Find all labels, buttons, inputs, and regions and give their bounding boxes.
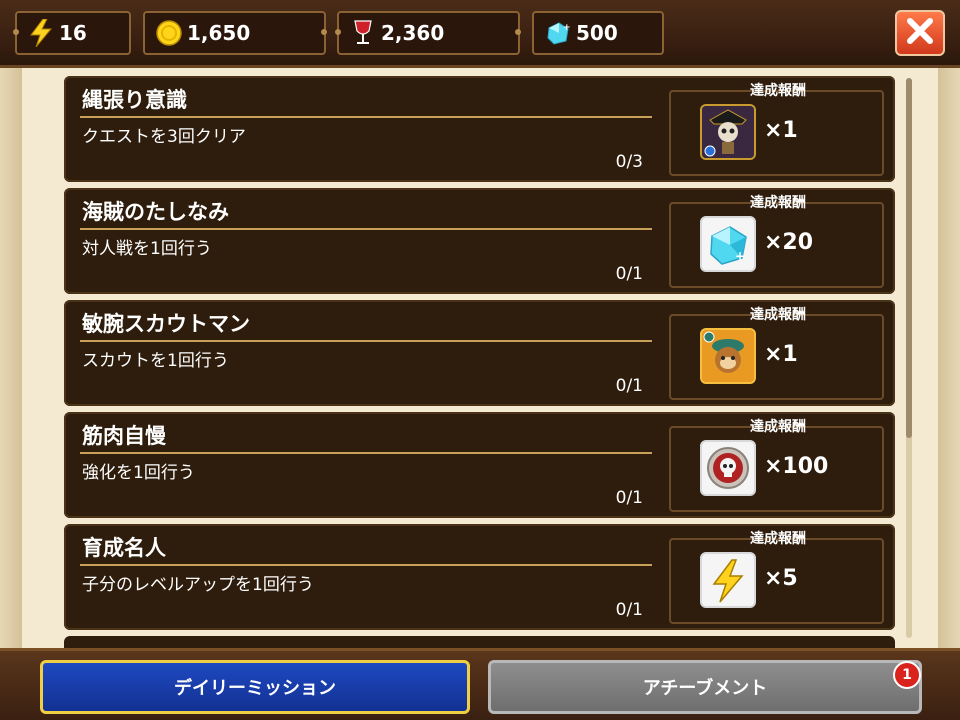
mission-title: 筋肉自慢 xyxy=(82,424,166,448)
reward-quantity: ×5 xyxy=(764,566,798,591)
divider xyxy=(80,452,652,454)
lightning-icon xyxy=(700,552,756,608)
reward-quantity: ×1 xyxy=(764,118,798,143)
reward-label: 達成報酬 xyxy=(750,195,806,211)
gem-icon: + xyxy=(544,19,572,47)
mission-title: 敏腕スカウトマン xyxy=(82,312,250,336)
mission-description: 強化を1回行う xyxy=(82,463,195,483)
reward-quantity: ×20 xyxy=(764,230,814,255)
wine-value: 2,360 xyxy=(381,21,445,45)
svg-text:+: + xyxy=(735,249,745,263)
mission-description: 子分のレベルアップを1回行う xyxy=(82,575,314,595)
mission-card: 海賊のたしなみ 対人戦を1回行う 0/1 達成報酬 + ×20 xyxy=(64,188,895,294)
monkey-pirate-icon xyxy=(700,328,756,384)
mission-card: 敏腕スカウトマン スカウトを1回行う 0/1 達成報酬 ×1 xyxy=(64,300,895,406)
gem-counter: + 500 xyxy=(532,11,664,55)
mission-title: 育成名人 xyxy=(82,536,166,560)
reward-label: 達成報酬 xyxy=(750,531,806,547)
notification-badge: 1 xyxy=(893,661,921,689)
mission-card-partial xyxy=(64,636,895,648)
resource-bar: 16 1,650 2,360 + 500 xyxy=(0,0,960,68)
energy-value: 16 xyxy=(59,21,87,45)
tab-daily-mission[interactable]: デイリーミッション xyxy=(40,660,470,714)
mission-card: 縄張り意識 クエストを3回クリア 0/3 達成報酬 ×1 xyxy=(64,76,895,182)
mission-progress: 0/1 xyxy=(615,264,643,284)
reward-label: 達成報酬 xyxy=(750,419,806,435)
reward-label: 達成報酬 xyxy=(750,83,806,99)
reward-quantity: ×1 xyxy=(764,342,798,367)
wine-counter: 2,360 xyxy=(335,11,521,55)
right-frame xyxy=(938,68,960,648)
mission-card: 育成名人 子分のレベルアップを1回行う 0/1 達成報酬 ×5 xyxy=(64,524,895,630)
mission-progress: 0/1 xyxy=(615,376,643,396)
close-button[interactable] xyxy=(895,10,945,56)
divider xyxy=(80,564,652,566)
mission-description: スカウトを1回行う xyxy=(82,351,229,371)
close-icon xyxy=(905,16,935,50)
left-frame xyxy=(0,68,22,648)
divider xyxy=(80,340,652,342)
energy-counter: 16 xyxy=(13,11,131,55)
scrollbar-thumb[interactable] xyxy=(906,78,912,438)
mission-title: 縄張り意識 xyxy=(82,88,187,112)
skeleton-captain-icon xyxy=(700,104,756,160)
tab-achievement[interactable]: アチーブメント xyxy=(488,660,922,714)
mission-progress: 0/1 xyxy=(615,488,643,508)
coin-icon xyxy=(155,19,183,47)
mission-description: クエストを3回クリア xyxy=(82,127,246,147)
reward-label: 達成報酬 xyxy=(750,307,806,323)
mission-description: 対人戦を1回行う xyxy=(82,239,212,259)
coin-value: 1,650 xyxy=(187,21,251,45)
lightning-icon xyxy=(27,19,55,47)
reward-quantity: ×100 xyxy=(764,454,829,479)
svg-text:+: + xyxy=(563,23,571,33)
mission-title: 海賊のたしなみ xyxy=(82,200,229,224)
wine-glass-icon xyxy=(349,19,377,47)
coin-counter: 1,650 xyxy=(143,11,327,55)
divider xyxy=(80,228,652,230)
mission-card: 筋肉自慢 強化を1回行う 0/1 達成報酬 ×100 xyxy=(64,412,895,518)
mission-progress: 0/1 xyxy=(615,600,643,620)
skull-coin-icon xyxy=(700,440,756,496)
gem-value: 500 xyxy=(576,21,618,45)
divider xyxy=(80,116,652,118)
gem-icon: + xyxy=(700,216,756,272)
mission-progress: 0/3 xyxy=(615,152,643,172)
